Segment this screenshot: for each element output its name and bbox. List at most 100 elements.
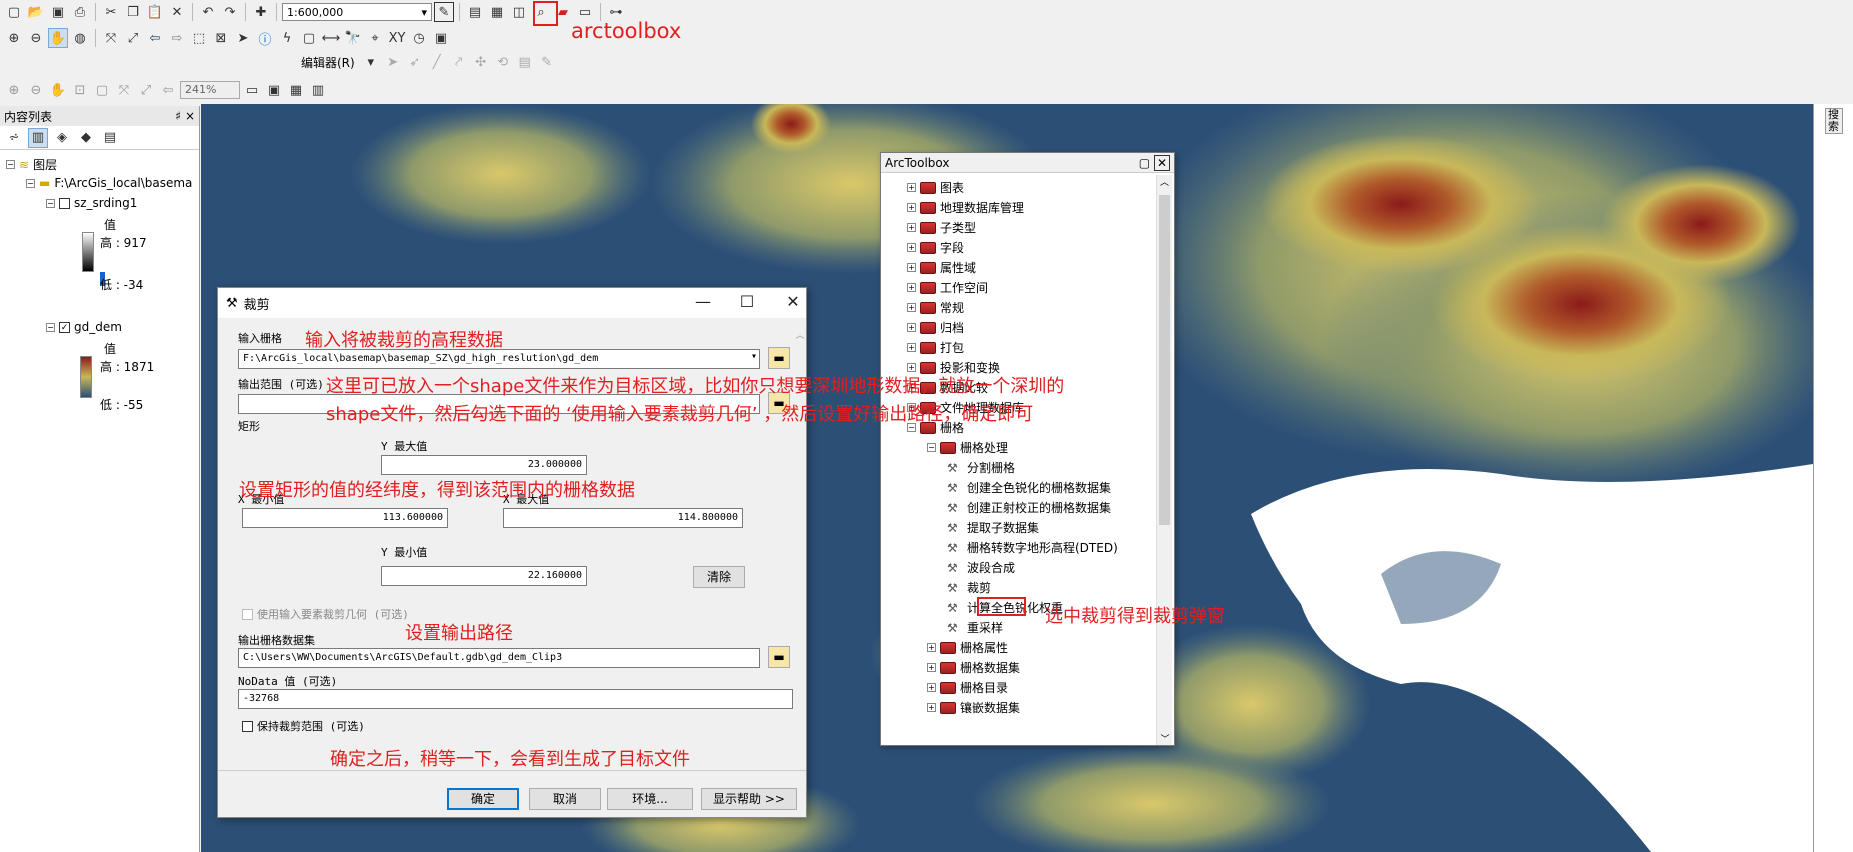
minimize-button[interactable]: — [688,292,718,314]
layout-zoom-in-icon[interactable]: ⊕ [4,80,24,100]
layer-visibility-checkbox[interactable] [59,197,70,209]
change-layout-icon[interactable]: ▦ [286,80,306,100]
cancel-button[interactable]: 取消 [529,788,601,810]
toolbox-item[interactable]: ⚒ 波段合成 [947,559,1015,576]
forward-arrow-icon[interactable]: ⇨ [167,28,187,48]
catalog-icon[interactable]: ◫ [509,2,529,22]
scroll-up-icon[interactable]: ︿ [1157,175,1172,188]
search-tab[interactable]: 搜索 [1824,108,1843,134]
redo-icon[interactable]: ↷ [220,2,240,22]
map-scale-select[interactable]: 1:600,000 ▾ [282,3,432,21]
measure-icon[interactable]: ⟷ [321,28,341,48]
toolbox-item[interactable]: ⚒ 分割栅格 [947,459,1015,476]
layout-pan-icon[interactable]: ✋ [48,80,68,100]
clear-selection-icon[interactable]: ⊠ [211,28,231,48]
toolbox-item[interactable]: + 镶嵌数据集 [927,699,1020,716]
expand-icon[interactable]: + [927,663,936,672]
toolbox-scrollbar[interactable]: ︿ ﹀ [1156,175,1172,745]
data-driven-pages-icon[interactable]: ▥ [308,80,328,100]
expand-icon[interactable]: + [927,703,936,712]
layout-zoom-select[interactable]: 241% [180,81,240,99]
edit-tool-icon[interactable]: ➤ [383,52,403,72]
pan-icon[interactable]: ✋ [48,28,68,48]
toolbox-item[interactable]: ⚒ 创建正射校正的栅格数据集 [947,499,1111,516]
zoom-out-icon[interactable]: ⊖ [26,28,46,48]
y-min-input[interactable]: 22.160000 [381,566,587,586]
undo-icon[interactable]: ↶ [198,2,218,22]
open-folder-icon[interactable]: 📂 [26,2,46,22]
toolbox-item[interactable]: ⚒ 栅格转数字地形高程(DTED) [947,539,1118,556]
maintain-extent-option[interactable]: 保持裁剪范围 (可选) [242,718,365,734]
identify-icon[interactable]: ⓘ [255,28,275,48]
use-input-features-checkbox[interactable] [242,608,253,620]
browse-input-button[interactable]: ▬ [768,347,790,369]
sketch-properties-icon[interactable]: ✎ [537,52,557,72]
output-raster-field[interactable]: C:\Users\WW\Documents\ArcGIS\Default.gdb… [238,648,760,668]
fixed-zoom-out-icon[interactable]: ⤢ [123,28,143,48]
expand-icon[interactable]: + [927,683,936,692]
toolbox-item[interactable]: + 归档 [907,319,964,336]
toolbox-item[interactable]: ⚒ 提取子数据集 [947,519,1039,536]
print-icon[interactable]: ⎙ [70,2,90,22]
expand-icon[interactable]: + [907,343,916,352]
zoom-whole-page-icon[interactable]: ⊡ [70,80,90,100]
hyperlink-icon[interactable]: ϟ [277,28,297,48]
expand-icon[interactable]: + [907,363,916,372]
fixed-zoom-in-icon[interactable]: ⤧ [101,28,121,48]
select-elements-icon[interactable]: ➤ [233,28,253,48]
pin-icon[interactable]: ♯ [175,109,181,123]
environments-button[interactable]: 环境... [607,788,693,810]
expand-icon[interactable]: + [907,243,916,252]
collapse-icon[interactable]: − [46,198,55,208]
go-to-xy-icon[interactable]: XY [387,28,407,48]
editor-menu[interactable]: 编辑器(R) [297,54,359,71]
layers-root[interactable]: − ≋ 图层 [6,156,57,173]
close-button[interactable]: ✕ [778,292,808,314]
select-features-icon[interactable]: ⬚ [189,28,209,48]
use-input-features-option[interactable]: 使用输入要素裁剪几何 (可选) [242,606,409,622]
viewer-window-icon[interactable]: ▣ [431,28,451,48]
scroll-up-icon[interactable]: ︿ [794,328,806,341]
find-route-icon[interactable]: ⌖ [365,28,385,48]
layer-sz-srding1[interactable]: − sz_srding1 [46,196,137,210]
zoom-in-icon[interactable]: ⊕ [4,28,24,48]
edit-annotation-icon[interactable]: ➶ [405,52,425,72]
list-by-selection-icon[interactable]: ◆ [76,128,96,148]
toolbox-item[interactable]: + 打包 [907,339,964,356]
y-max-input[interactable]: 23.000000 [381,455,587,475]
layout-icon[interactable]: ▦ [487,2,507,22]
scroll-down-icon[interactable]: ﹀ [1157,732,1173,745]
toolbox-item[interactable]: + 属性域 [907,259,976,276]
list-by-drawing-order-icon[interactable]: ⩫ [4,128,24,148]
back-extent-icon[interactable]: ⇦ [158,80,178,100]
collapse-icon[interactable]: − [26,178,35,188]
collapse-icon[interactable]: − [46,322,55,332]
zoom-100-icon[interactable]: ▢ [92,80,112,100]
layout-zoom-out-icon[interactable]: ⊖ [26,80,46,100]
rotate-icon[interactable]: ⟲ [493,52,513,72]
toolbox-item[interactable]: + 工作空间 [907,279,988,296]
toolbox-item[interactable]: + 常规 [907,299,964,316]
folder-group[interactable]: − ▬ F:\ArcGis_local\basema [26,176,192,190]
expand-icon[interactable]: + [907,323,916,332]
fixed-zoom-icon[interactable]: ⤧ [114,80,134,100]
copy-icon[interactable]: ❐ [123,2,143,22]
attributes-icon[interactable]: ▤ [515,52,535,72]
input-raster-field[interactable]: F:\ArcGis_local\basemap\basemap_SZ\gd_hi… [238,349,760,369]
focus-frame-icon[interactable]: ▣ [264,80,284,100]
paste-icon[interactable]: 📋 [145,2,165,22]
table-icon[interactable]: ▤ [465,2,485,22]
expand-icon[interactable]: + [907,263,916,272]
toolbox-item[interactable]: ⚒ 重采样 [947,619,1003,636]
cut-icon[interactable]: ✂ [101,2,121,22]
save-icon[interactable]: ▣ [48,2,68,22]
toolbox-item[interactable]: + 子类型 [907,219,976,236]
maximize-button[interactable]: ☐ [732,292,762,314]
expand-icon[interactable]: + [907,203,916,212]
delete-icon[interactable]: ✕ [167,2,187,22]
expand-icon[interactable]: + [907,283,916,292]
list-by-visibility-icon[interactable]: ◈ [52,128,72,148]
collapse-icon[interactable]: − [927,443,936,452]
options-icon[interactable]: ▤ [100,128,120,148]
fixed-zoom-out-layout-icon[interactable]: ⤢ [136,80,156,100]
